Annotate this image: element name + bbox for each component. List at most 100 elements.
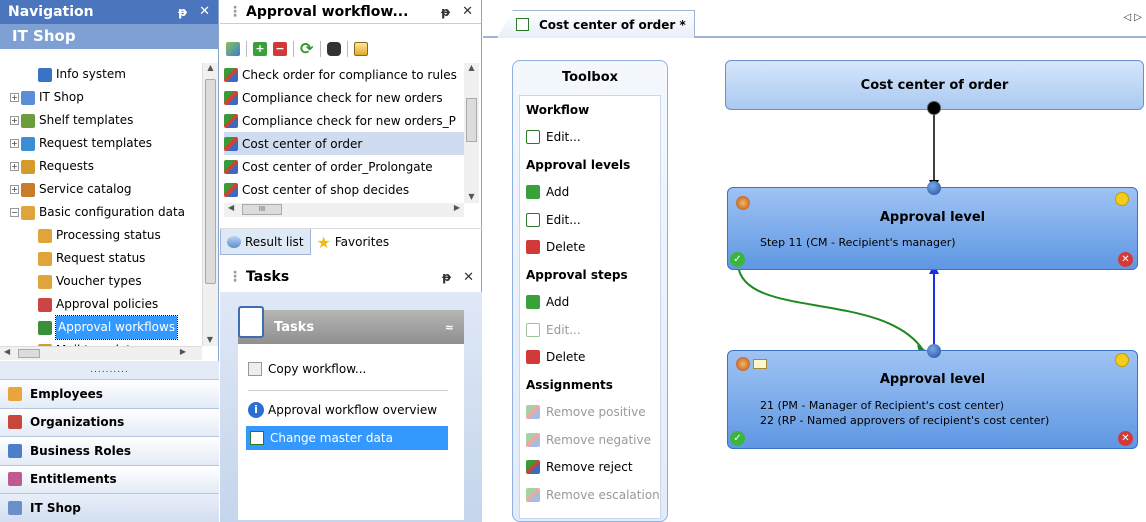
workflow-list-item[interactable]: Check order for compliance to rules (224, 63, 464, 86)
level2-yellow-dot[interactable] (1115, 353, 1129, 367)
tree-item-label: IT Shop (39, 90, 84, 104)
tree-item[interactable]: + IT Shop (10, 86, 202, 109)
scroll-right-icon[interactable]: ▶ (454, 203, 460, 212)
nav-button-it-shop[interactable]: IT Shop (0, 493, 219, 522)
close-icon[interactable]: ✕ (463, 270, 474, 285)
task-copy-workflow[interactable]: Copy workflow... (248, 362, 366, 376)
expander-icon[interactable]: + (10, 139, 19, 148)
scroll-left-icon[interactable]: ◀ (228, 203, 234, 212)
scroll-up-icon[interactable]: ▲ (203, 63, 218, 77)
nav-button-business-roles[interactable]: Business Roles (0, 436, 219, 465)
nav-button-entitlements[interactable]: Entitlements (0, 464, 219, 493)
nav-button-organizations[interactable]: Organizations (0, 407, 219, 436)
scroll-right-icon[interactable]: ▶ (180, 347, 186, 356)
tree-vscrollbar[interactable]: ▲ ▼ (202, 63, 218, 346)
tree-item-label: Service catalog (39, 182, 132, 196)
collapse-icon[interactable]: ≈ (445, 321, 454, 334)
tree-item[interactable]: Approval policies (10, 293, 202, 316)
tab-favorites[interactable]: ★ Favorites (311, 229, 396, 255)
scroll-up-icon[interactable]: ▲ (464, 63, 479, 72)
scroll-down-icon[interactable]: ▼ (203, 335, 217, 344)
copy-icon (248, 362, 262, 376)
reject-x-icon[interactable]: ✕ (1118, 431, 1133, 446)
tree-item[interactable]: Voucher types (10, 270, 202, 293)
level1-yellow-dot[interactable] (1115, 192, 1129, 206)
workflow-hscrollbar[interactable]: ◀ III ▶ (224, 203, 464, 217)
tree-item[interactable]: + Requests (10, 155, 202, 178)
nav-button-employees[interactable]: Employees (0, 379, 219, 408)
tree-item[interactable]: + Request templates (10, 132, 202, 155)
employees-icon (8, 386, 22, 401)
start-node[interactable]: Cost center of order (725, 60, 1144, 115)
tasks-box-header[interactable]: Tasks ≈ (238, 306, 464, 344)
approve-check-icon[interactable]: ✓ (730, 431, 745, 446)
start-node-handle[interactable] (927, 101, 941, 115)
scroll-left-icon[interactable]: ◀ (4, 347, 10, 356)
task-workflow-overview[interactable]: i Approval workflow overview (248, 402, 437, 418)
tree-item[interactable]: Mail templates (10, 339, 202, 346)
workflow-vscrollbar[interactable]: ▲ ▼ (464, 63, 479, 203)
approvers-icon (736, 196, 750, 210)
workflow-list-item[interactable]: Cost center of shop decides (224, 178, 464, 201)
pin-icon[interactable]: ᵽ (441, 0, 450, 24)
tree-item[interactable]: Info system (10, 63, 202, 86)
info-icon: i (248, 402, 264, 418)
tree-item[interactable]: − Basic configuration data (10, 201, 202, 224)
tree-item-label: Info system (56, 67, 126, 81)
workflow-list-item[interactable]: Cost center of order_Prolongate (224, 155, 464, 178)
hscroll-thumb[interactable]: III (242, 204, 282, 215)
pin-icon[interactable]: ᵽ (442, 270, 451, 284)
level2-top-handle[interactable] (927, 344, 941, 358)
tree-item-icon (38, 320, 52, 335)
expander-icon[interactable]: + (10, 185, 19, 194)
expander-icon[interactable]: + (10, 116, 19, 125)
hscroll-thumb[interactable] (18, 349, 40, 358)
tree-item-icon (38, 274, 52, 289)
approval-level-node-1[interactable]: Approval level Step 11 (CM - Recipient's… (727, 181, 1138, 270)
new-workflow-icon[interactable] (226, 42, 240, 56)
task-change-master-data[interactable]: Change master data (246, 426, 448, 450)
nav-button-label: Organizations (30, 415, 125, 430)
scroll-thumb[interactable] (205, 79, 216, 284)
tree-hscrollbar[interactable]: ◀ ▶ (0, 346, 202, 360)
approval-level-node-2[interactable]: Approval level 21 (PM - Manager of Recip… (727, 344, 1138, 449)
add-icon[interactable]: + (253, 42, 267, 56)
level1-top-handle[interactable] (927, 181, 941, 195)
tree-item-label: Mail templates (56, 339, 145, 346)
pin-icon[interactable]: ᵽ (178, 0, 187, 24)
tree-item-label: Request templates (39, 136, 152, 150)
tree-item[interactable]: Approval workflows (10, 315, 202, 340)
grip-dots[interactable]: .......... (0, 361, 219, 379)
scroll-down-icon[interactable]: ▼ (464, 192, 479, 201)
binoculars-icon[interactable] (327, 42, 341, 56)
tree-item[interactable]: + Service catalog (10, 178, 202, 201)
tree-item[interactable]: Processing status (10, 224, 202, 247)
approve-check-icon[interactable]: ✓ (730, 252, 745, 267)
workflow-list-item[interactable]: Compliance check for new orders_P (224, 109, 464, 132)
scroll-thumb[interactable] (466, 98, 477, 142)
workflow-list-item[interactable]: Cost center of order (224, 132, 464, 155)
reject-x-icon[interactable]: ✕ (1118, 252, 1133, 267)
workflow-title: Approval workflow... (246, 3, 409, 20)
expander-icon[interactable]: − (10, 208, 19, 217)
workflow-header: ⋮ Approval workflow... ᵽ ✕ (220, 0, 481, 24)
expander-icon[interactable]: + (10, 162, 19, 171)
refresh-icon[interactable]: ⟳ (300, 41, 314, 57)
tree-item-label: Processing status (56, 228, 161, 242)
expander-icon[interactable]: + (10, 93, 19, 102)
edit-icon (250, 431, 264, 445)
connector-approve[interactable] (737, 264, 924, 351)
close-icon[interactable]: ✕ (462, 0, 473, 24)
tree-item[interactable]: + Shelf templates (10, 109, 202, 132)
navigation-panel: Navigation ᵽ ✕ IT Shop Info system + IT Sh… (0, 0, 219, 522)
workflow-list-item[interactable]: Compliance check for new orders (224, 86, 464, 109)
tree-item-label: Approval policies (56, 297, 159, 311)
tab-result-list[interactable]: Result list (220, 229, 311, 255)
workflow-item-label: Compliance check for new orders (242, 90, 443, 105)
tree-item-label: Approval workflows (54, 315, 179, 340)
tree-item[interactable]: Request status (10, 247, 202, 270)
delete-icon[interactable]: − (273, 42, 287, 56)
export-icon[interactable] (354, 42, 368, 56)
close-icon[interactable]: ✕ (199, 0, 210, 24)
nav-button-label: IT Shop (30, 500, 81, 515)
